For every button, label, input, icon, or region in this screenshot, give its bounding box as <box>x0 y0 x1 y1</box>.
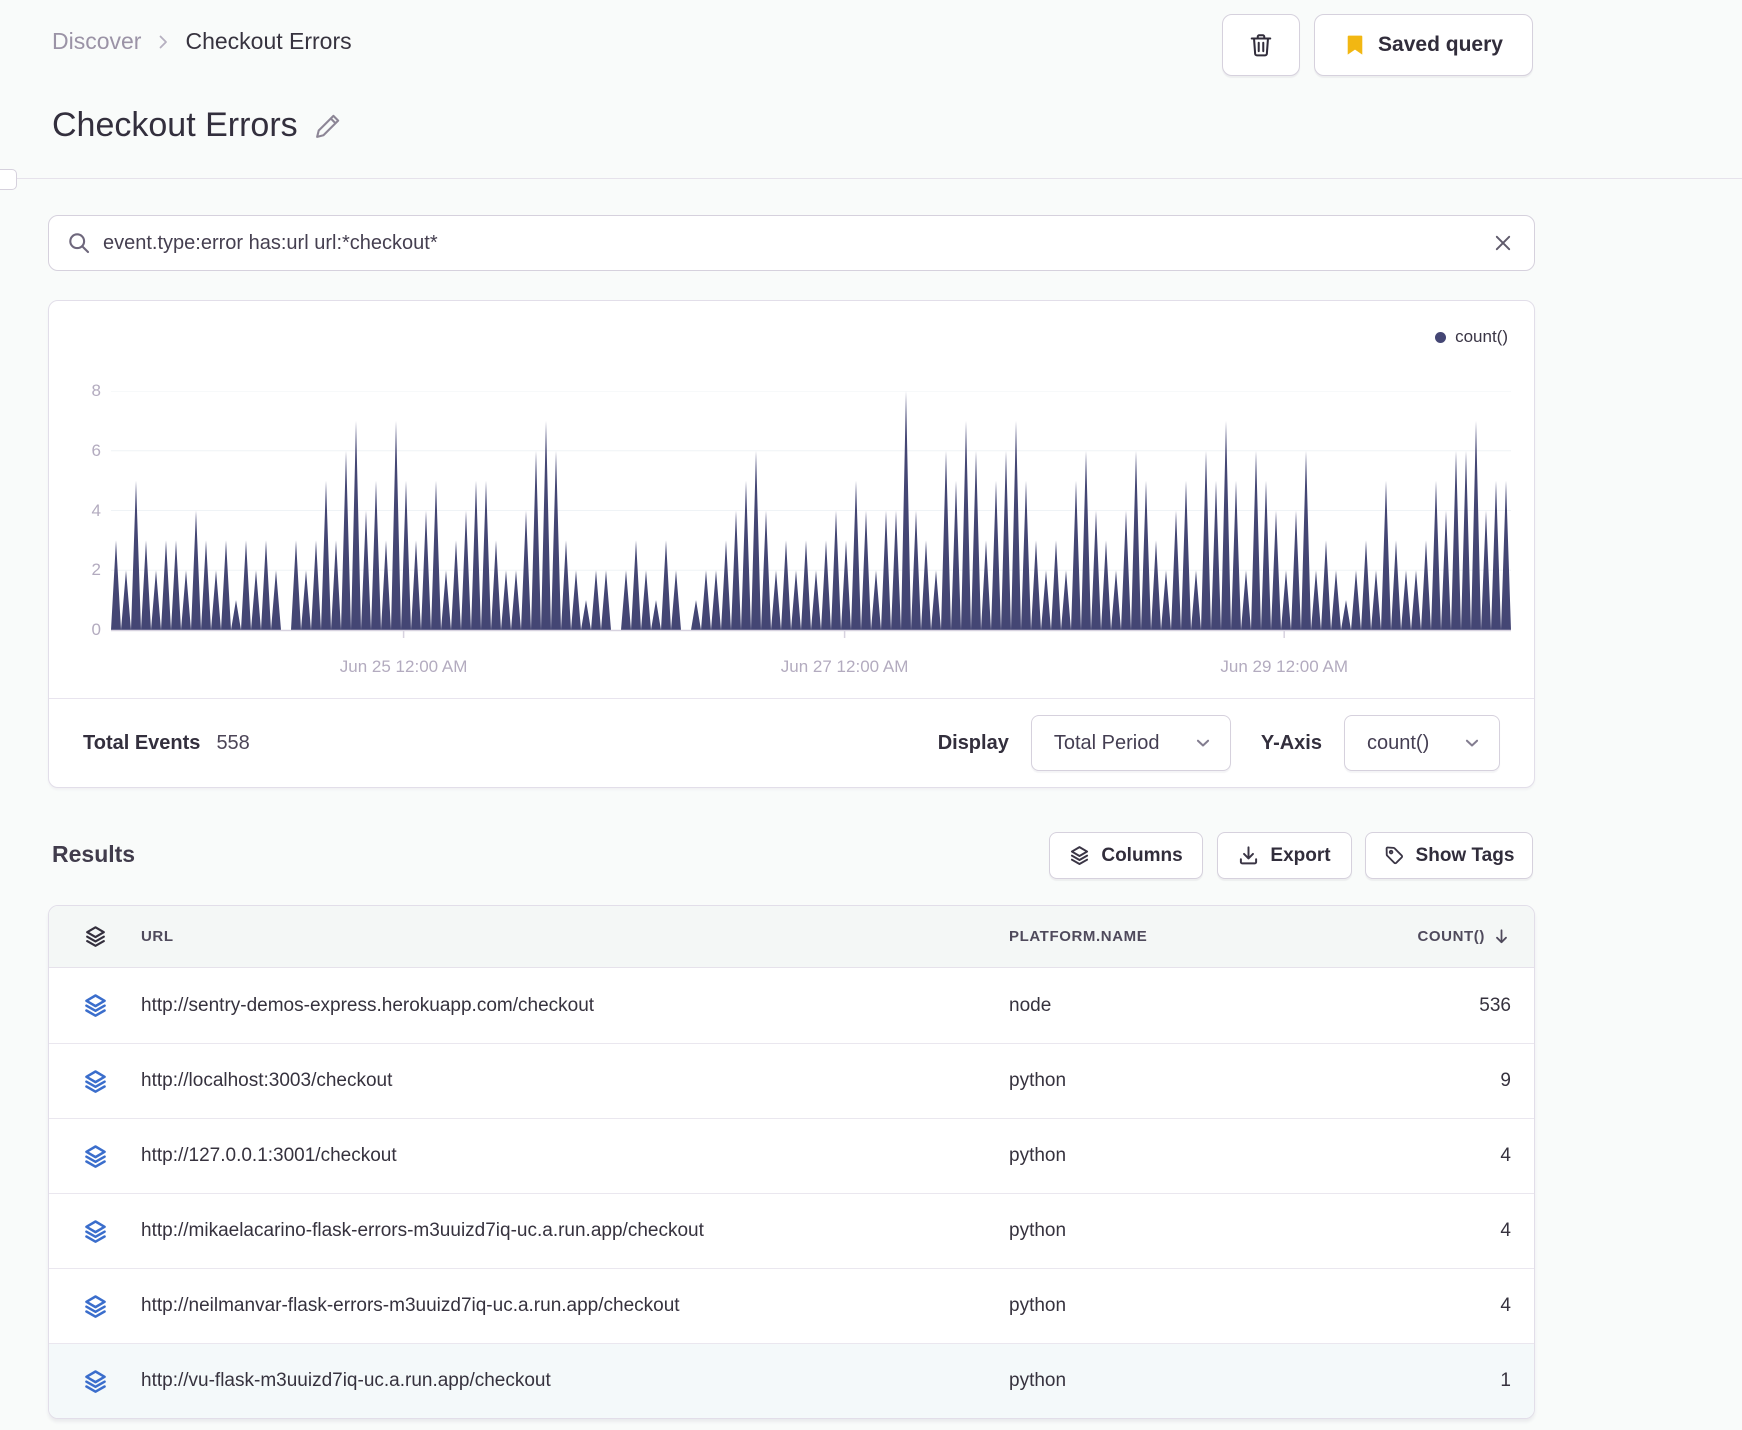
saved-query-button[interactable]: Saved query <box>1314 14 1533 76</box>
url-cell[interactable]: http://neilmanvar-flask-errors-m3uuizd7i… <box>141 1295 1009 1317</box>
column-header-platform[interactable]: PLATFORM.NAME <box>1009 928 1311 945</box>
breadcrumb-discover-link[interactable]: Discover <box>52 28 141 55</box>
table-row: http://vu-flask-m3uuizd7iq-uc.a.run.app/… <box>49 1343 1534 1418</box>
x-axis-tick-label: Jun 25 12:00 AM <box>339 657 468 676</box>
search-icon <box>67 231 91 255</box>
y-axis-tick-label: 8 <box>91 381 101 400</box>
page-title-text: Checkout Errors <box>52 106 298 144</box>
url-cell[interactable]: http://127.0.0.1:3001/checkout <box>141 1145 1009 1167</box>
y-axis-tick-label: 4 <box>91 500 101 520</box>
breadcrumb-current: Checkout Errors <box>185 28 352 54</box>
sidebar-collapse-handle[interactable] <box>0 169 17 190</box>
search-input[interactable] <box>103 231 1480 255</box>
search-bar <box>48 215 1535 271</box>
stack-icon[interactable] <box>49 993 141 1018</box>
url-cell[interactable]: http://localhost:3003/checkout <box>141 1070 1009 1092</box>
display-label: Display <box>937 731 1009 754</box>
show-tags-button-label: Show Tags <box>1415 844 1515 866</box>
results-heading: Results <box>52 841 136 867</box>
count-cell[interactable]: 1 <box>1311 1370 1511 1392</box>
column-header-count-label: COUNT() <box>1417 928 1485 945</box>
chart-plot <box>111 391 1511 638</box>
export-button-label: Export <box>1270 844 1331 866</box>
download-icon <box>1238 845 1259 866</box>
table-row: http://localhost:3003/checkout python 9 <box>49 1043 1534 1118</box>
platform-cell[interactable]: node <box>1009 995 1311 1017</box>
clear-search-icon[interactable] <box>1492 232 1514 254</box>
platform-cell[interactable]: python <box>1009 1220 1311 1242</box>
legend-series-dot <box>1435 331 1447 343</box>
y-axis-label: Y-Axis <box>1260 731 1322 754</box>
saved-query-label: Saved query <box>1378 33 1503 56</box>
sort-descending-arrow-icon <box>1492 927 1511 946</box>
y-axis-tick-label: 2 <box>91 560 101 580</box>
stack-icon[interactable] <box>49 1219 141 1244</box>
x-axis-tick-label: Jun 27 12:00 AM <box>780 657 909 676</box>
stack-icon[interactable] <box>49 1144 141 1169</box>
display-dropdown[interactable]: Total Period <box>1030 715 1231 771</box>
chart-legend[interactable]: count() <box>1435 327 1508 347</box>
count-cell[interactable]: 9 <box>1311 1070 1511 1092</box>
columns-button-label: Columns <box>1101 844 1183 866</box>
table-row: http://sentry-demos-express.herokuapp.co… <box>49 968 1534 1043</box>
stack-icon[interactable] <box>49 1369 141 1394</box>
count-cell[interactable]: 4 <box>1311 1295 1511 1317</box>
count-cell[interactable]: 536 <box>1311 995 1511 1017</box>
page-title: Checkout Errors <box>52 106 342 145</box>
url-cell[interactable]: http://mikaelacarino-flask-errors-m3uuiz… <box>141 1220 1009 1242</box>
platform-cell[interactable]: python <box>1009 1145 1311 1167</box>
column-header-url[interactable]: URL <box>141 928 1009 945</box>
url-cell[interactable]: http://vu-flask-m3uuizd7iq-uc.a.run.app/… <box>141 1370 1009 1392</box>
total-events-value: 558 <box>216 731 250 754</box>
chart-panel: count() 0 2 4 6 8 Jun 25 12:00 AM Jun 27 12:0… <box>48 300 1535 788</box>
table-row: http://127.0.0.1:3001/checkout python 4 <box>49 1118 1534 1193</box>
breadcrumb: Discover Checkout Errors <box>52 28 352 55</box>
platform-cell[interactable]: python <box>1009 1295 1311 1317</box>
count-cell[interactable]: 4 <box>1311 1220 1511 1242</box>
url-cell[interactable]: http://sentry-demos-express.herokuapp.co… <box>141 995 1009 1017</box>
table-row: http://neilmanvar-flask-errors-m3uuizd7i… <box>49 1268 1534 1343</box>
export-button[interactable]: Export <box>1217 832 1352 879</box>
display-dropdown-value: Total Period <box>1053 731 1160 754</box>
results-table: URL PLATFORM.NAME COUNT() http://sentry-… <box>48 905 1535 1419</box>
chevron-down-icon <box>1194 734 1212 752</box>
y-axis-tick-label: 0 <box>91 620 101 639</box>
page-divider <box>0 178 1742 179</box>
results-table-header: URL PLATFORM.NAME COUNT() <box>49 906 1534 968</box>
chevron-down-icon <box>1463 734 1481 752</box>
results-table-rows: http://sentry-demos-express.herokuapp.co… <box>49 968 1534 1418</box>
column-header-count[interactable]: COUNT() <box>1311 927 1511 946</box>
stack-icon[interactable] <box>49 1294 141 1319</box>
chevron-right-icon <box>155 34 171 50</box>
x-axis-tick-label: Jun 29 12:00 AM <box>1220 657 1348 676</box>
delete-query-button[interactable] <box>1222 14 1300 76</box>
legend-series-label: count() <box>1455 327 1508 346</box>
tag-icon <box>1384 845 1405 866</box>
y-axis-dropdown-value: count() <box>1367 731 1430 754</box>
platform-cell[interactable]: python <box>1009 1370 1311 1392</box>
columns-button[interactable]: Columns <box>1049 832 1203 879</box>
edit-title-pencil-icon[interactable] <box>314 112 342 140</box>
chart-footer: Total Events 558 Display Total Period Y-… <box>49 699 1534 787</box>
count-cell[interactable]: 4 <box>1311 1145 1511 1167</box>
stack-icon[interactable] <box>49 925 141 948</box>
stack-icon <box>1069 845 1090 866</box>
total-events-label: Total Events <box>83 731 201 754</box>
platform-cell[interactable]: python <box>1009 1070 1311 1092</box>
y-axis-tick-label: 6 <box>91 440 101 460</box>
y-axis-dropdown[interactable]: count() <box>1344 715 1500 771</box>
trash-icon <box>1248 32 1274 58</box>
show-tags-button[interactable]: Show Tags <box>1365 832 1533 879</box>
stack-icon[interactable] <box>49 1069 141 1094</box>
table-row: http://mikaelacarino-flask-errors-m3uuiz… <box>49 1193 1534 1268</box>
discover-saved-query-page: Discover Checkout Errors Saved query Che… <box>0 0 1742 1430</box>
bookmark-icon <box>1344 34 1366 56</box>
